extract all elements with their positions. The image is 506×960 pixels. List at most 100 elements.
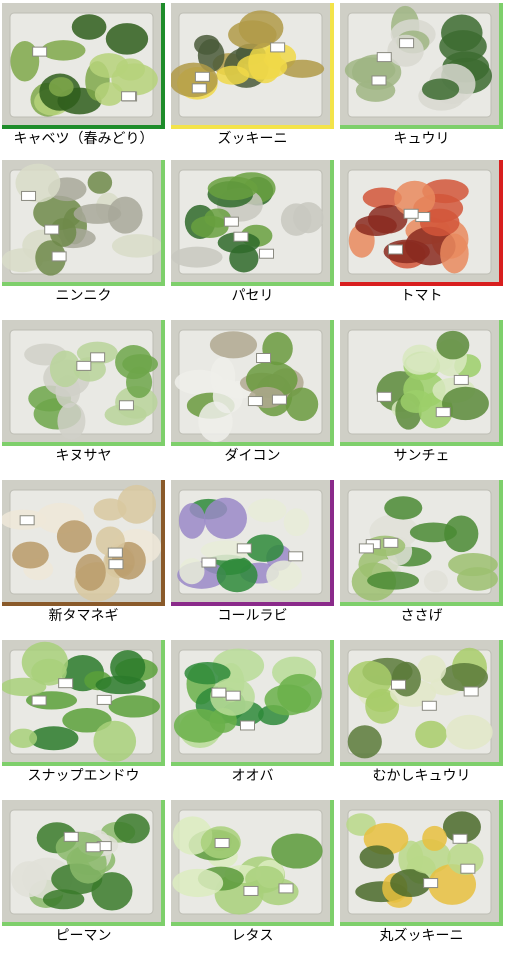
vegetable-photo (2, 640, 161, 762)
tile-sangchu: サンチェ (340, 320, 503, 480)
label-garlic: ニンニク (55, 288, 112, 304)
price-tag (435, 407, 451, 418)
photo-tomato (340, 160, 503, 282)
tile-cucumber: キュウリ (340, 3, 503, 163)
produce-shape (49, 350, 81, 388)
accent-bar (161, 3, 165, 129)
accent-bar (330, 320, 334, 446)
price-tag (58, 678, 74, 689)
photo-snap-peas (2, 640, 165, 762)
tile-ooba: オオバ (171, 640, 334, 800)
tile-new-onion: 新タマネギ (2, 480, 165, 640)
price-tag (32, 46, 48, 57)
accent-bar (171, 442, 334, 446)
produce-shape (93, 720, 137, 762)
photo-round-zucchini (340, 800, 503, 922)
produce-shape (194, 34, 220, 55)
accent-bar (171, 282, 334, 286)
label-daikon: ダイコン (224, 448, 281, 464)
photo-new-onion (2, 480, 165, 602)
photo-sangchu (340, 320, 503, 442)
produce-shape (111, 63, 158, 96)
produce-shape (280, 203, 312, 236)
produce-shape (171, 246, 223, 268)
accent-bar (171, 922, 334, 926)
produce-shape (73, 203, 122, 224)
tile-snow-peas: キヌサヤ (2, 320, 165, 480)
accent-bar (171, 602, 334, 606)
accent-bar (330, 480, 334, 606)
accent-bar (499, 320, 503, 446)
label-snap-peas: スナップエンドウ (27, 768, 140, 784)
tile-snap-peas: スナップエンドウ (2, 640, 165, 800)
produce-shape (355, 215, 397, 236)
vegetable-photo (171, 320, 330, 442)
price-tag (247, 396, 263, 407)
label-cabbage: キャベツ（春みどり） (13, 131, 154, 147)
produce-shape (439, 30, 487, 63)
price-tag (194, 71, 210, 82)
vegetable-photo (2, 480, 161, 602)
produce-shape (359, 845, 394, 869)
price-tag (191, 83, 207, 94)
produce-shape (347, 725, 382, 759)
produce-shape (179, 558, 205, 585)
price-tag (376, 52, 392, 63)
produce-shape (48, 77, 74, 97)
produce-shape (423, 570, 448, 593)
accent-bar (330, 3, 334, 129)
label-lettuce: レタス (231, 928, 274, 944)
price-tag (118, 400, 134, 411)
produce-shape (108, 695, 160, 718)
accent-bar (340, 125, 503, 129)
produce-shape (421, 78, 460, 100)
price-tag (243, 885, 259, 896)
price-tag (76, 360, 92, 371)
price-tag (399, 38, 415, 49)
label-snow-peas: キヌサヤ (55, 448, 112, 464)
vegetable-photo (340, 160, 499, 282)
produce-shape (409, 522, 457, 543)
accent-bar (161, 160, 165, 286)
vegetable-photo (340, 320, 499, 442)
photo-green-pepper (2, 800, 165, 922)
vegetable-photo (171, 800, 330, 922)
produce-shape (422, 825, 447, 851)
price-tag (270, 42, 286, 53)
price-tag (31, 695, 47, 706)
price-tag (51, 251, 67, 262)
price-tag (225, 690, 241, 701)
accent-bar (340, 762, 503, 766)
accent-bar (499, 160, 503, 286)
price-tag (391, 679, 407, 690)
vegetable-photo (340, 640, 499, 762)
label-zucchini: ズッキーニ (217, 131, 288, 147)
vegetable-photo (2, 160, 161, 282)
produce-shape (216, 558, 258, 593)
produce-shape (113, 813, 150, 844)
produce-shape (417, 655, 447, 683)
photo-lettuce (171, 800, 334, 922)
produce-shape (228, 20, 277, 50)
photo-cucumber (340, 3, 503, 125)
produce-shape (415, 720, 447, 749)
price-tag (19, 515, 35, 526)
accent-bar (340, 282, 503, 286)
produce-shape (115, 345, 153, 380)
tile-round-zucchini: 丸ズッキーニ (340, 800, 503, 960)
accent-bar (2, 282, 165, 286)
produce-shape (42, 889, 85, 910)
price-tag (107, 547, 123, 558)
produce-shape (209, 331, 258, 359)
vegetable-photo (171, 160, 330, 282)
label-sangchu: サンチェ (393, 448, 450, 464)
photo-ooba (171, 640, 334, 762)
produce-shape (456, 567, 498, 591)
accent-bar (499, 480, 503, 606)
produce-shape (400, 390, 433, 413)
tile-parsley: パセリ (171, 160, 334, 320)
price-tag (108, 559, 124, 570)
price-tag (421, 700, 437, 711)
accent-bar (340, 922, 503, 926)
price-tag (63, 831, 79, 842)
